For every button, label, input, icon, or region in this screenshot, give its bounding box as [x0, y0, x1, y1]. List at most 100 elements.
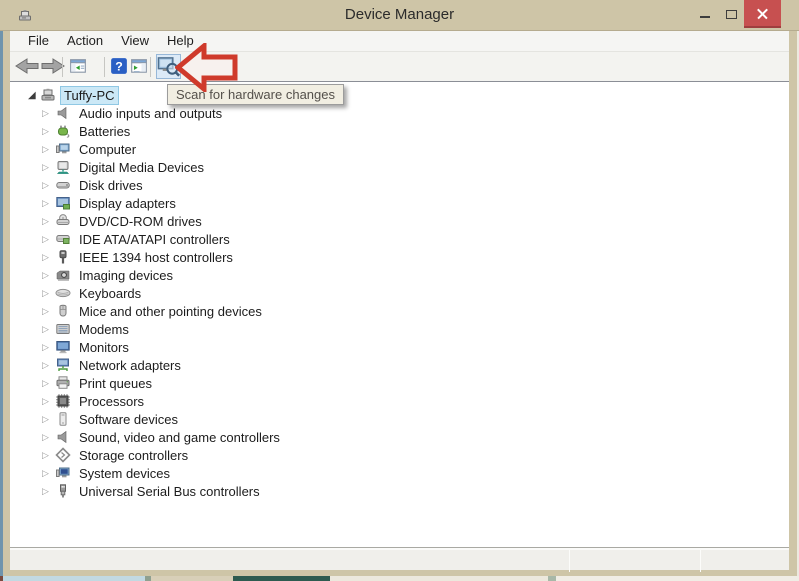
- chevron-right-icon[interactable]: ▷: [42, 450, 55, 461]
- chevron-right-icon[interactable]: ▷: [42, 306, 55, 317]
- network-adapter-icon: [55, 357, 71, 373]
- titlebar: Device Manager: [0, 0, 799, 31]
- tree-item-imaging[interactable]: ▷ Imaging devices: [10, 266, 789, 284]
- printer-icon: [55, 375, 71, 391]
- tree-item-label: System devices: [79, 465, 171, 481]
- tree-item-label: Software devices: [79, 411, 178, 427]
- tree-item-label: Keyboards: [79, 285, 142, 301]
- sliver-segment: [151, 576, 233, 581]
- chevron-right-icon[interactable]: ▷: [42, 378, 55, 389]
- chevron-right-icon[interactable]: ▷: [42, 216, 55, 227]
- toolbar-separator: [62, 57, 63, 77]
- device-tree: ◢ Tuffy-PC ▷ Audio inputs and outputs ▷ Ba…: [10, 81, 789, 548]
- chevron-right-icon[interactable]: ▷: [42, 468, 55, 479]
- tree-item-software-devices[interactable]: ▷ Software devices: [10, 410, 789, 428]
- software-device-icon: [55, 411, 71, 427]
- chevron-right-icon[interactable]: ▷: [42, 288, 55, 299]
- expanded-triangle-icon[interactable]: ◢: [28, 90, 40, 101]
- chevron-right-icon[interactable]: ▷: [42, 126, 55, 137]
- chevron-right-icon[interactable]: ▷: [42, 270, 55, 281]
- tree-item-label: Imaging devices: [79, 267, 173, 283]
- tree-item-mice[interactable]: ▷ Mice and other pointing devices: [10, 302, 789, 320]
- sound-icon: [55, 429, 71, 445]
- tree-item-dvd-cdrom[interactable]: ▷ DVD/CD-ROM drives: [10, 212, 789, 230]
- tree-item-label: Modems: [79, 321, 129, 337]
- tree-item-label: Universal Serial Bus controllers: [79, 483, 260, 499]
- toolbar: ?: [10, 51, 789, 81]
- storage-controller-icon: [55, 447, 71, 463]
- usb-icon: [55, 483, 71, 499]
- tree-item-modems[interactable]: ▷ Modems: [10, 320, 789, 338]
- tree-item-keyboards[interactable]: ▷ Keyboards: [10, 284, 789, 302]
- tree-item-sound[interactable]: ▷ Sound, video and game controllers: [10, 428, 789, 446]
- tree-item-audio[interactable]: ▷ Audio inputs and outputs: [10, 104, 789, 122]
- tree-item-display-adapters[interactable]: ▷ Display adapters: [10, 194, 789, 212]
- toolbar-separator: [150, 57, 151, 77]
- tree-item-label: Audio inputs and outputs: [79, 105, 223, 121]
- tree-item-network-adapters[interactable]: ▷ Network adapters: [10, 356, 789, 374]
- annotation-arrow-left-icon: [175, 43, 238, 92]
- tree-root-item[interactable]: ◢ Tuffy-PC: [10, 85, 789, 105]
- tree-item-ide-controllers[interactable]: ▷ IDE ATA/ATAPI controllers: [10, 230, 789, 248]
- chevron-right-icon[interactable]: ▷: [42, 252, 55, 263]
- tree-item-ieee1394[interactable]: ▷ IEEE 1394 host controllers: [10, 248, 789, 266]
- chevron-right-icon[interactable]: ▷: [42, 396, 55, 407]
- tree-item-usb-controllers[interactable]: ▷ Universal Serial Bus controllers: [10, 482, 789, 500]
- chevron-right-icon[interactable]: ▷: [42, 180, 55, 191]
- firewire-icon: [55, 249, 71, 265]
- minimize-icon: [700, 16, 710, 18]
- sliver-segment: [548, 576, 556, 581]
- chevron-right-icon[interactable]: ▷: [42, 486, 55, 497]
- display-adapter-icon: [55, 195, 71, 211]
- tree-item-digital-media[interactable]: ▷ Digital Media Devices: [10, 158, 789, 176]
- minimize-button[interactable]: [692, 0, 718, 28]
- tree-item-monitors[interactable]: ▷ Monitors: [10, 338, 789, 356]
- tree-item-batteries[interactable]: ▷ Batteries: [10, 122, 789, 140]
- action-pane-icon[interactable]: [130, 56, 148, 76]
- menu-view[interactable]: View: [112, 31, 158, 51]
- tree-item-disk-drives[interactable]: ▷ Disk drives: [10, 176, 789, 194]
- computer-root-icon: [40, 87, 56, 103]
- tree-root-label: Tuffy-PC: [60, 85, 119, 105]
- tree-item-storage-controllers[interactable]: ▷ Storage controllers: [10, 446, 789, 464]
- menu-action[interactable]: Action: [58, 31, 112, 51]
- chevron-right-icon[interactable]: ▷: [42, 234, 55, 245]
- tree-item-label: Network adapters: [79, 357, 181, 373]
- tree-item-system-devices[interactable]: ▷ System devices: [10, 464, 789, 482]
- chevron-right-icon[interactable]: ▷: [42, 162, 55, 173]
- chevron-right-icon[interactable]: ▷: [42, 432, 55, 443]
- help-icon[interactable]: ?: [110, 56, 128, 76]
- media-device-icon: [55, 159, 71, 175]
- statusbar-separator: [700, 550, 701, 572]
- background-window-edge: [0, 31, 3, 576]
- tree-item-print-queues[interactable]: ▷ Print queues: [10, 374, 789, 392]
- console-tree-icon[interactable]: [69, 56, 87, 76]
- tree-item-label: Disk drives: [79, 177, 143, 193]
- tree-item-label: Storage controllers: [79, 447, 189, 463]
- tree-item-computer[interactable]: ▷ Computer: [10, 140, 789, 158]
- arrow-left-icon[interactable]: [14, 56, 40, 76]
- chevron-right-icon[interactable]: ▷: [42, 144, 55, 155]
- modem-icon: [55, 321, 71, 337]
- keyboard-icon: [55, 285, 71, 301]
- chevron-right-icon[interactable]: ▷: [42, 342, 55, 353]
- close-button[interactable]: [744, 0, 781, 28]
- tree-item-label: DVD/CD-ROM drives: [79, 213, 202, 229]
- maximize-button[interactable]: [718, 0, 744, 28]
- chevron-right-icon[interactable]: ▷: [42, 360, 55, 371]
- tree-item-processors[interactable]: ▷ Processors: [10, 392, 789, 410]
- monitor-icon: [55, 339, 71, 355]
- device-manager-window: Device Manager File Action View Help ? ◢…: [0, 0, 799, 581]
- menu-file[interactable]: File: [19, 31, 58, 51]
- battery-icon: [55, 123, 71, 139]
- chevron-right-icon[interactable]: ▷: [42, 108, 55, 119]
- tree-item-label: Monitors: [79, 339, 129, 355]
- statusbar-separator: [569, 550, 570, 572]
- computer-icon: [55, 141, 71, 157]
- chevron-right-icon[interactable]: ▷: [42, 414, 55, 425]
- chevron-right-icon[interactable]: ▷: [42, 198, 55, 209]
- chevron-right-icon[interactable]: ▷: [42, 324, 55, 335]
- tree-item-label: Computer: [79, 141, 137, 157]
- close-icon: [757, 8, 768, 19]
- tree-item-label: IEEE 1394 host controllers: [79, 249, 233, 265]
